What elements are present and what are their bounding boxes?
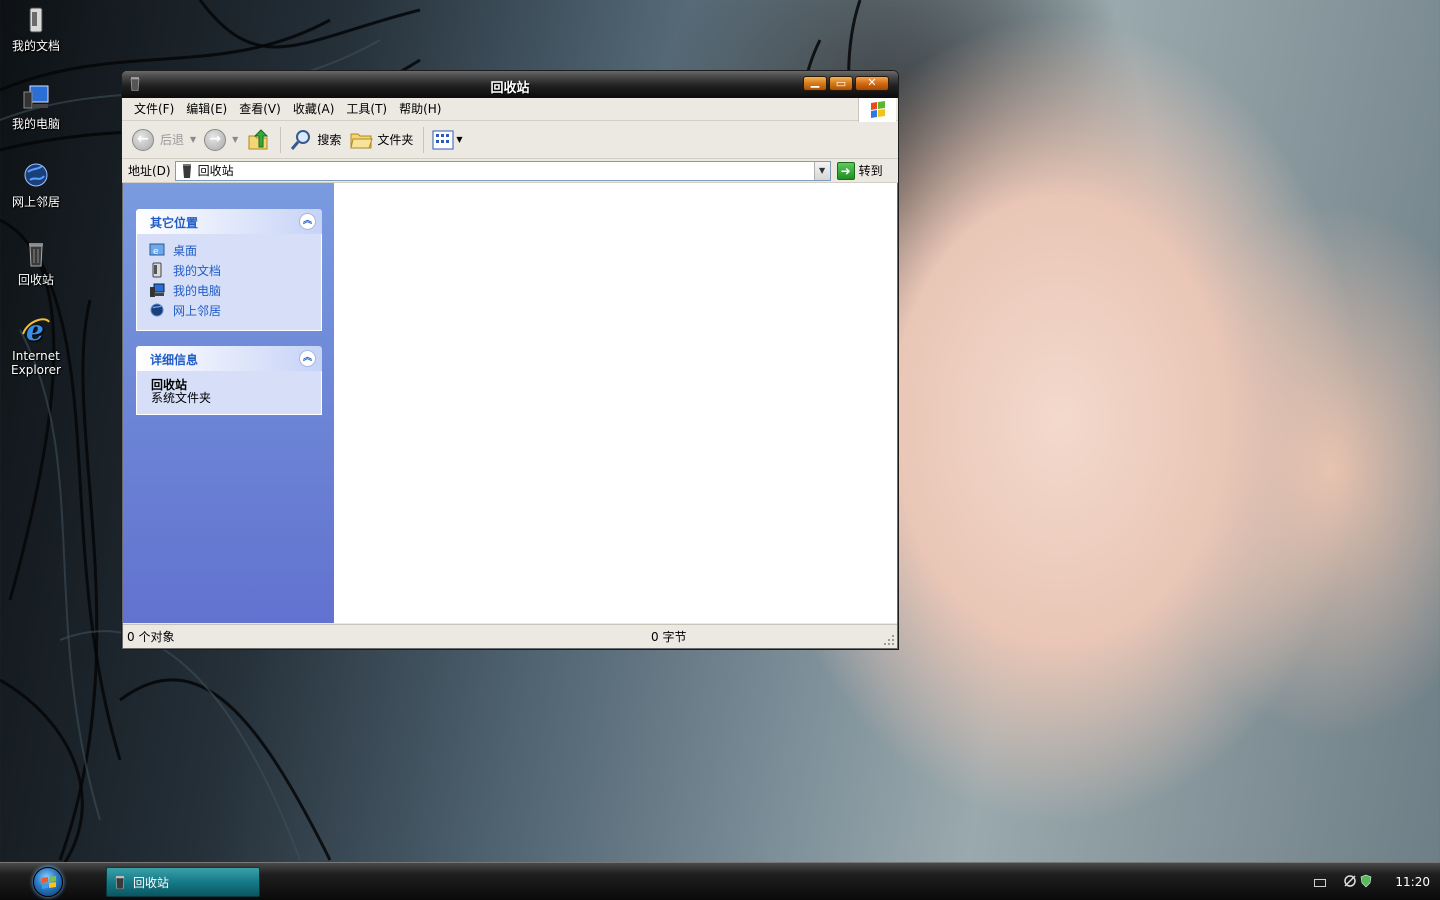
desktop-icon-network[interactable]: 网上邻居 — [4, 160, 68, 209]
menu-tools[interactable]: 工具(T) — [340, 98, 393, 120]
menu-edit[interactable]: 编辑(E) — [180, 98, 233, 120]
toolbar: ← 后退 ▼ → ▼ 搜索 文件夹 ▼ — [122, 121, 898, 159]
address-dropdown-icon[interactable]: ▼ — [813, 161, 830, 180]
up-folder-button[interactable] — [246, 128, 270, 152]
details-panel: 详细信息 ︽ 回收站 系统文件夹 — [136, 346, 322, 415]
collapse-chevron-icon[interactable]: ︽ — [299, 213, 316, 230]
search-button[interactable]: 搜索 — [289, 128, 341, 152]
task-pane: 其它位置 ︽ e 桌面 我的文档 我的电脑 网上邻居 详细信息 ︽ 回收站 系统… — [123, 183, 334, 623]
menu-file[interactable]: 文件(F) — [128, 98, 180, 120]
explorer-window: 回收站 ▁ ▭ ✕ 文件(F) 编辑(E) 查看(V) 收藏(A) 工具(T) … — [121, 70, 899, 650]
go-arrow-icon: ➜ — [836, 161, 855, 180]
status-object-count: 0 个对象 — [127, 630, 175, 644]
address-bar: 地址(D) 回收站 ▼ ➜ 转到 — [122, 159, 898, 183]
system-tray: 11:20 — [1310, 863, 1440, 900]
search-icon — [291, 129, 311, 150]
back-dropdown-icon[interactable]: ▼ — [190, 135, 196, 144]
forward-dropdown-icon[interactable]: ▼ — [232, 135, 238, 144]
forward-button[interactable]: → ▼ — [204, 128, 238, 151]
link-my-computer[interactable]: 我的电脑 — [149, 280, 311, 300]
views-button[interactable]: ▼ — [432, 130, 463, 150]
desktop-icon-my-documents[interactable]: 我的文档 — [4, 4, 68, 53]
title-bar[interactable]: 回收站 ▁ ▭ ✕ — [122, 71, 898, 98]
taskbar-button-recycle-bin[interactable]: 回收站 — [106, 867, 260, 897]
desktop-icon-recycle-bin[interactable]: 回收站 — [4, 238, 68, 287]
address-field[interactable]: 回收站 ▼ — [174, 160, 831, 181]
clock[interactable]: 11:20 — [1395, 875, 1430, 889]
internet-explorer-icon: e — [22, 314, 50, 346]
toolbar-separator — [280, 126, 282, 153]
link-my-documents[interactable]: 我的文档 — [149, 260, 311, 280]
network-globe-icon — [150, 303, 164, 317]
forward-arrow-icon: → — [204, 128, 227, 151]
maximize-button[interactable]: ▭ — [829, 76, 853, 91]
network-globe-icon — [24, 163, 48, 187]
views-grid-icon — [432, 130, 454, 149]
views-dropdown-icon: ▼ — [456, 135, 463, 144]
security-shield-icon[interactable] — [1360, 874, 1372, 888]
address-label: 地址(D) — [128, 164, 171, 178]
resize-grip-icon[interactable] — [883, 634, 895, 646]
details-header[interactable]: 详细信息 ︽ — [136, 346, 322, 371]
desktop-icon-my-computer[interactable]: 我的电脑 — [4, 82, 68, 131]
menu-help[interactable]: 帮助(H) — [393, 98, 447, 120]
network-tray-icon[interactable] — [1342, 874, 1358, 888]
status-bar: 0 个对象 0 字节 — [123, 624, 897, 648]
other-places-header[interactable]: 其它位置 ︽ — [136, 209, 322, 234]
windows-flag-icon — [42, 876, 56, 889]
file-list-pane[interactable] — [334, 183, 897, 623]
close-icon: ✕ — [867, 76, 877, 89]
folder-icon — [350, 133, 374, 148]
svg-text:e: e — [153, 247, 159, 257]
menu-bar: 文件(F) 编辑(E) 查看(V) 收藏(A) 工具(T) 帮助(H) — [122, 98, 898, 122]
up-folder-icon — [248, 128, 269, 149]
my-computer-icon — [23, 85, 49, 109]
desktop-icon: e — [149, 243, 165, 257]
my-documents-icon — [29, 7, 43, 33]
collapse-chevron-icon[interactable]: ︽ — [299, 350, 316, 367]
start-button[interactable] — [33, 867, 63, 897]
other-places-panel: 其它位置 ︽ e 桌面 我的文档 我的电脑 网上邻居 — [136, 209, 322, 331]
content-area: 其它位置 ︽ e 桌面 我的文档 我的电脑 网上邻居 详细信息 ︽ 回收站 系统… — [123, 183, 897, 623]
link-network[interactable]: 网上邻居 — [149, 300, 311, 320]
address-value: 回收站 — [197, 164, 234, 178]
minimize-button[interactable]: ▁ — [803, 75, 827, 91]
link-desktop[interactable]: e 桌面 — [149, 240, 311, 260]
detail-type: 系统文件夹 — [151, 391, 212, 405]
keyboard-icon[interactable] — [1314, 879, 1326, 887]
toolbar-separator-2 — [423, 126, 425, 153]
recycle-bin-small-icon — [182, 163, 191, 178]
recycle-bin-small-icon — [115, 875, 125, 889]
back-arrow-icon: ← — [132, 128, 154, 151]
maximize-icon: ▭ — [835, 77, 847, 90]
menu-favorites[interactable]: 收藏(A) — [287, 98, 341, 120]
windows-flag-logo — [858, 98, 896, 122]
status-size: 0 字节 — [651, 630, 687, 644]
my-computer-icon — [150, 283, 165, 297]
go-button[interactable]: ➜ 转到 — [836, 161, 883, 180]
close-button[interactable]: ✕ — [855, 76, 889, 91]
minimize-icon: ▁ — [810, 75, 820, 88]
menu-view[interactable]: 查看(V) — [233, 98, 287, 120]
window-title: 回收站 — [490, 81, 530, 96]
folders-button[interactable]: 文件夹 — [349, 128, 413, 152]
desktop-icon-internet-explorer[interactable]: e Internet Explorer — [4, 314, 68, 377]
back-button[interactable]: ← 后退 ▼ — [132, 128, 196, 151]
recycle-bin-icon — [29, 243, 43, 267]
my-documents-icon — [152, 262, 162, 278]
taskbar: 回收站 11:20 — [0, 862, 1440, 900]
